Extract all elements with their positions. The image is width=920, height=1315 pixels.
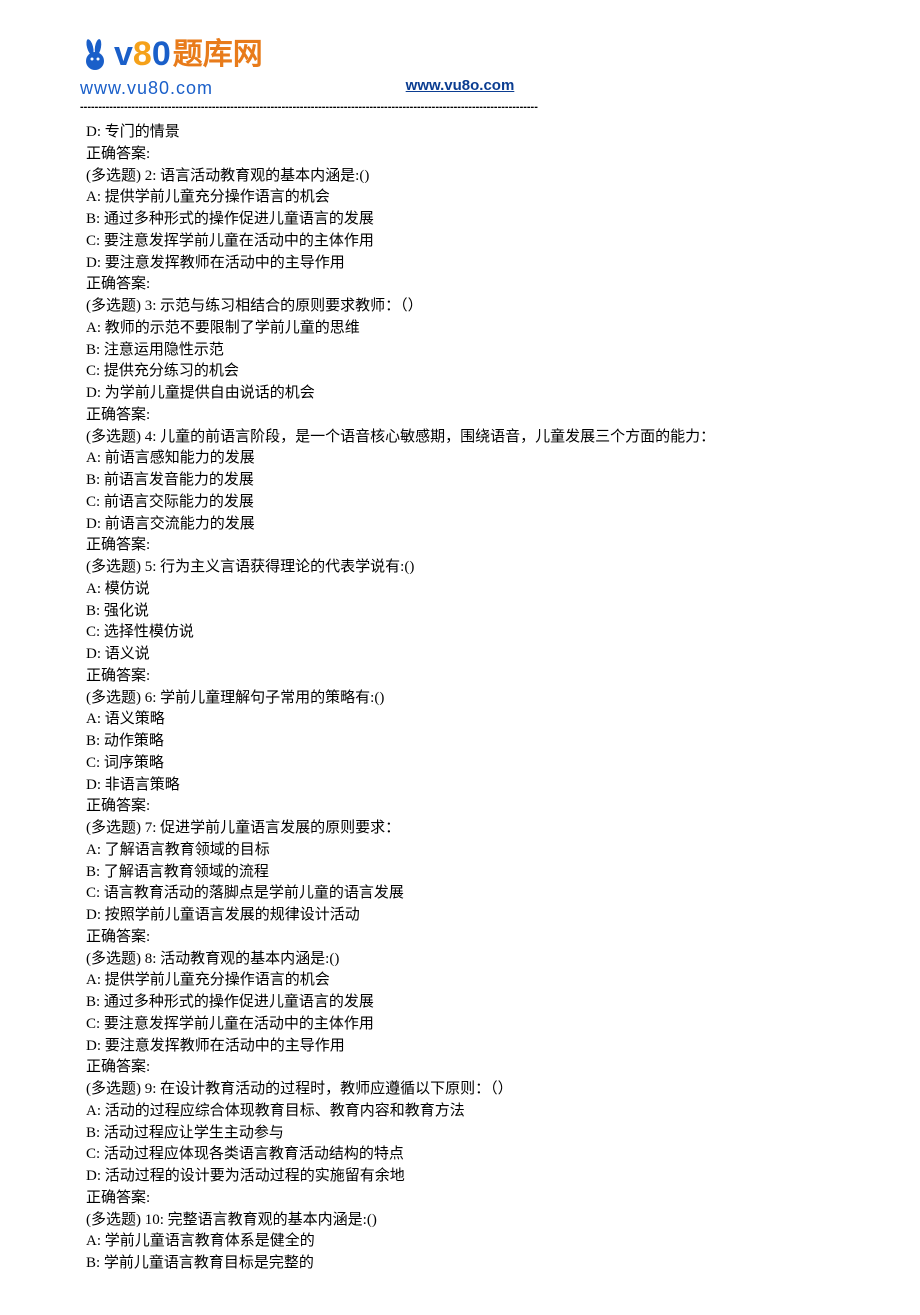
rabbit-icon [80, 37, 114, 73]
text-line: B: 前语言发音能力的发展 [86, 470, 840, 492]
text-line: 正确答案: [86, 535, 840, 557]
text-line: (多选题) 10: 完整语言教育观的基本内涵是:() [86, 1210, 840, 1232]
text-line: 正确答案: [86, 405, 840, 427]
text-line: D: 前语言交流能力的发展 [86, 514, 840, 536]
text-line: D: 为学前儿童提供自由说话的机会 [86, 383, 840, 405]
text-line: (多选题) 7: 促进学前儿童语言发展的原则要求： [86, 818, 840, 840]
logo-chinese: 题库网 [173, 33, 263, 77]
header-divider: ----------------------------------------… [80, 100, 840, 116]
text-line: A: 学前儿童语言教育体系是健全的 [86, 1231, 840, 1253]
text-line: B: 学前儿童语言教育目标是完整的 [86, 1253, 840, 1275]
text-line: C: 选择性模仿说 [86, 622, 840, 644]
logo-digit-8: 8 [133, 30, 152, 79]
text-line: B: 活动过程应让学生主动参与 [86, 1123, 840, 1145]
text-line: 正确答案: [86, 927, 840, 949]
text-line: C: 要注意发挥学前儿童在活动中的主体作用 [86, 231, 840, 253]
text-line: C: 要注意发挥学前儿童在活动中的主体作用 [86, 1014, 840, 1036]
text-line: 正确答案: [86, 666, 840, 688]
text-line: D: 按照学前儿童语言发展的规律设计活动 [86, 905, 840, 927]
text-line: D: 要注意发挥教师在活动中的主导作用 [86, 253, 840, 275]
text-line: (多选题) 5: 行为主义言语获得理论的代表学说有:() [86, 557, 840, 579]
text-line: C: 语言教育活动的落脚点是学前儿童的语言发展 [86, 883, 840, 905]
text-line: D: 非语言策略 [86, 775, 840, 797]
logo-digit-0: 0 [152, 30, 171, 79]
page-header: v 8 0 题库网 www.vu80.com www.vu8o.com ----… [80, 30, 840, 116]
text-line: C: 提供充分练习的机会 [86, 361, 840, 383]
text-line: (多选题) 9: 在设计教育活动的过程时，教师应遵循以下原则：（） [86, 1079, 840, 1101]
document-body: D: 专门的情景正确答案:(多选题) 2: 语言活动教育观的基本内涵是:()A:… [80, 122, 840, 1275]
text-line: A: 活动的过程应综合体现教育目标、教育内容和教育方法 [86, 1101, 840, 1123]
text-line: 正确答案: [86, 144, 840, 166]
logo-letter-v: v [114, 30, 133, 79]
text-line: A: 语义策略 [86, 709, 840, 731]
text-line: (多选题) 6: 学前儿童理解句子常用的策略有:() [86, 688, 840, 710]
text-line: C: 活动过程应体现各类语言教育活动结构的特点 [86, 1144, 840, 1166]
text-line: A: 了解语言教育领域的目标 [86, 840, 840, 862]
text-line: A: 教师的示范不要限制了学前儿童的思维 [86, 318, 840, 340]
text-line: 正确答案: [86, 274, 840, 296]
text-line: 正确答案: [86, 796, 840, 818]
text-line: D: 活动过程的设计要为活动过程的实施留有余地 [86, 1166, 840, 1188]
logo-mark: v 8 0 题库网 [80, 30, 263, 79]
logo-row: v 8 0 题库网 [80, 30, 840, 79]
site-link[interactable]: www.vu8o.com [406, 77, 515, 94]
text-line: D: 专门的情景 [86, 122, 840, 144]
text-line: A: 前语言感知能力的发展 [86, 448, 840, 470]
text-line: D: 要注意发挥教师在活动中的主导作用 [86, 1036, 840, 1058]
text-line: B: 通过多种形式的操作促进儿童语言的发展 [86, 992, 840, 1014]
text-line: (多选题) 8: 活动教育观的基本内涵是:() [86, 949, 840, 971]
text-line: B: 动作策略 [86, 731, 840, 753]
text-line: 正确答案: [86, 1057, 840, 1079]
text-line: C: 前语言交际能力的发展 [86, 492, 840, 514]
text-line: B: 了解语言教育领域的流程 [86, 862, 840, 884]
text-line: C: 词序策略 [86, 753, 840, 775]
text-line: (多选题) 3: 示范与练习相结合的原则要求教师：（） [86, 296, 840, 318]
text-line: (多选题) 2: 语言活动教育观的基本内涵是:() [86, 166, 840, 188]
text-line: 正确答案: [86, 1188, 840, 1210]
text-line: D: 语义说 [86, 644, 840, 666]
text-line: A: 提供学前儿童充分操作语言的机会 [86, 970, 840, 992]
text-line: B: 强化说 [86, 601, 840, 623]
text-line: (多选题) 4: 儿童的前语言阶段，是一个语音核心敏感期，围绕语音，儿童发展三个… [86, 427, 840, 449]
text-line: A: 提供学前儿童充分操作语言的机会 [86, 187, 840, 209]
text-line: A: 模仿说 [86, 579, 840, 601]
text-line: B: 注意运用隐性示范 [86, 340, 840, 362]
text-line: B: 通过多种形式的操作促进儿童语言的发展 [86, 209, 840, 231]
